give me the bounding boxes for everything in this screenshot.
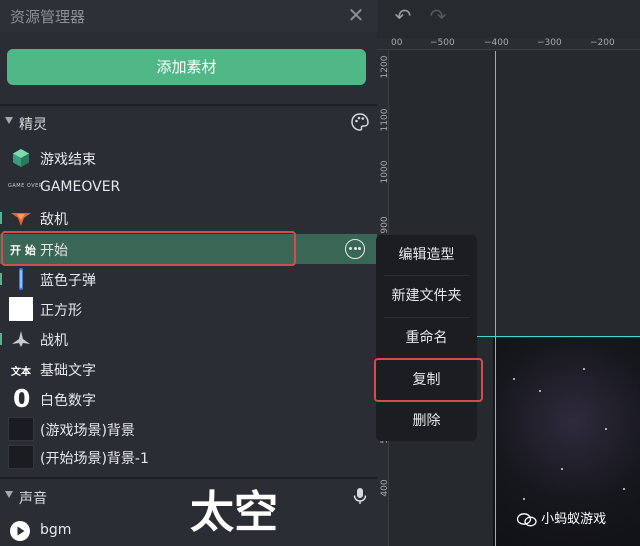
play-icon <box>8 519 34 543</box>
sprite-item[interactable]: (游戏场景)背景 <box>0 414 377 444</box>
digit-zero-icon: 0 <box>8 384 34 413</box>
sprite-item-label: 战机 <box>40 333 68 349</box>
white-square-icon <box>9 297 33 321</box>
selection-marker <box>0 212 2 224</box>
ruler-tick-label: 00 <box>391 38 403 48</box>
palette-icon[interactable] <box>350 112 370 132</box>
panel-header: 资源管理器 ✕ <box>0 0 377 32</box>
ruler-tick-label: −500 <box>430 38 455 48</box>
background-icon <box>8 417 34 441</box>
text-icon: 文本 <box>8 357 34 381</box>
sprite-item[interactable]: GAME OVER GAMEOVER <box>0 173 377 203</box>
wechat-icon <box>516 512 537 527</box>
ruler-tick-label: −200 <box>590 38 615 48</box>
ruler-tick-label: 1000 <box>380 160 390 184</box>
green-cube-icon <box>8 146 34 170</box>
sprite-item-label: 游戏结束 <box>40 152 96 168</box>
menu-item-delete[interactable]: 删除 <box>376 401 477 441</box>
stage-title-text: 太空 <box>190 487 278 538</box>
sprite-item[interactable]: 0 白色数字 <box>0 384 377 414</box>
text-thumb-label: 文本 <box>11 367 31 378</box>
redo-icon[interactable]: ↷ <box>426 4 450 28</box>
sprite-item[interactable]: 游戏结束 <box>0 143 377 173</box>
sound-item[interactable]: bgm <box>0 516 377 546</box>
resource-manager-panel: 资源管理器 ✕ 添加素材 精灵 游戏结束 GAME OVER GAMEOVER … <box>0 0 377 546</box>
more-options-icon[interactable] <box>345 239 365 259</box>
ruler-tick-label: 1200 <box>380 55 390 79</box>
highlight-box <box>374 358 483 402</box>
sprite-item[interactable]: 战机 <box>0 324 377 354</box>
sprite-item-label: 蓝色子弹 <box>40 273 96 289</box>
background-icon <box>8 445 34 469</box>
sound-item-label: bgm <box>40 522 72 538</box>
sprite-item[interactable]: 正方形 <box>0 294 377 324</box>
sprite-item[interactable]: (开始场景)背景-1 <box>0 442 377 472</box>
gameover-text-icon: GAME OVER <box>8 176 42 200</box>
sounds-section-header[interactable]: 声音 <box>0 484 377 510</box>
sprite-item[interactable]: 蓝色子弹 <box>0 264 377 294</box>
sprite-item-label: (游戏场景)背景 <box>40 423 135 439</box>
sprites-section-header[interactable]: 精灵 <box>0 110 377 136</box>
context-menu: 编辑造型 新建文件夹 重命名 复制 删除 <box>376 235 477 441</box>
close-icon[interactable]: ✕ <box>346 4 366 26</box>
ruler-tick-label: 1100 <box>380 108 390 132</box>
gameover-thumb-text: GAME OVER <box>8 183 43 189</box>
guide-line-vertical[interactable] <box>495 51 496 546</box>
menu-item-new-folder[interactable]: 新建文件夹 <box>376 276 477 316</box>
sprite-item-label: 白色数字 <box>40 393 96 409</box>
divider <box>0 104 377 106</box>
sprite-item[interactable]: 敌机 <box>0 203 377 233</box>
sprite-item-label: 正方形 <box>40 303 82 319</box>
sprites-section-label: 精灵 <box>19 117 47 133</box>
digit-thumb-label: 0 <box>13 384 31 413</box>
sprite-item-label: (开始场景)背景-1 <box>40 451 149 467</box>
fighter-plane-icon <box>8 327 34 351</box>
sounds-section-label: 声音 <box>19 491 47 507</box>
ruler-tick-label: 400 <box>380 479 390 497</box>
panel-title: 资源管理器 <box>10 8 86 26</box>
blue-bullet-icon <box>8 267 34 291</box>
undo-icon[interactable]: ↶ <box>391 4 415 28</box>
ruler-tick-label: −300 <box>537 38 562 48</box>
watermark: 小蚂蚁游戏 <box>516 508 607 527</box>
sprite-item-label: 基础文字 <box>40 363 96 379</box>
ruler-tick-label: 900 <box>380 216 390 234</box>
highlight-box <box>1 231 296 266</box>
selection-marker <box>0 333 2 345</box>
menu-item-rename[interactable]: 重命名 <box>376 318 477 358</box>
divider <box>0 477 377 479</box>
enemy-plane-icon <box>8 206 34 230</box>
sprite-item-label: 敌机 <box>40 212 68 228</box>
selection-marker <box>0 273 2 285</box>
sprite-item[interactable]: 文本 基础文字 <box>0 354 377 384</box>
add-asset-button[interactable]: 添加素材 <box>7 49 366 85</box>
ruler-tick-label: −400 <box>484 38 509 48</box>
watermark-text: 小蚂蚁游戏 <box>541 512 607 527</box>
microphone-icon[interactable] <box>350 486 370 506</box>
collapse-triangle-icon[interactable] <box>5 491 13 498</box>
menu-item-edit-costume[interactable]: 编辑造型 <box>376 235 477 275</box>
collapse-triangle-icon[interactable] <box>5 117 13 124</box>
sprite-item-label: GAMEOVER <box>40 179 121 195</box>
horizontal-ruler: 00 −500 −400 −300 −200 <box>377 38 640 50</box>
